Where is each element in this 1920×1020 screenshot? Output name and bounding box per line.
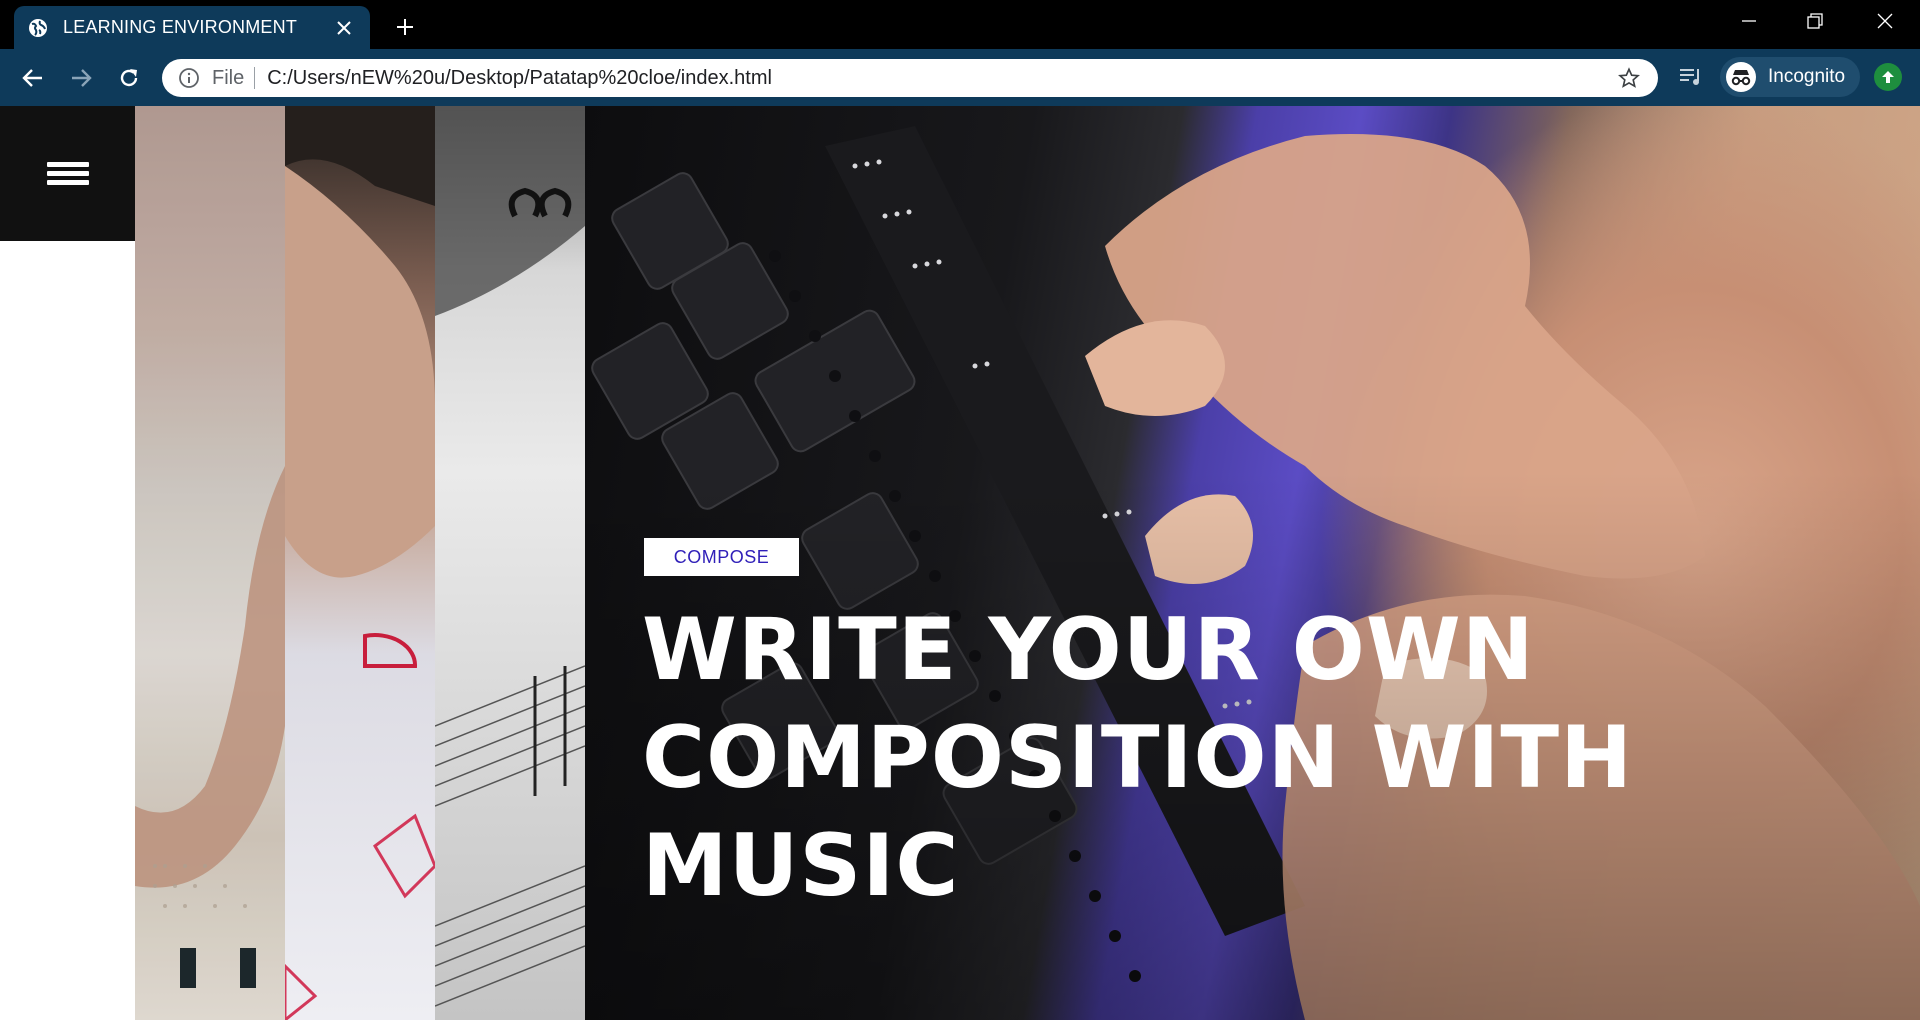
gallery-panel-braille-shapes[interactable] bbox=[285, 106, 435, 1020]
address-separator bbox=[254, 67, 256, 89]
address-bar[interactable]: File C:/Users/nEW%20u/Desktop/Patatap%20… bbox=[162, 59, 1658, 97]
minimize-window-icon[interactable] bbox=[1716, 0, 1782, 42]
page-viewport: COMPOSE WRITE YOUR OWN COMPOSITION WITH … bbox=[0, 106, 1920, 1020]
globe-icon bbox=[28, 18, 48, 38]
incognito-profile-button[interactable]: Incognito bbox=[1720, 57, 1860, 97]
gallery-panel-sheet-music[interactable] bbox=[435, 106, 585, 1020]
back-arrow-icon[interactable] bbox=[16, 61, 50, 95]
incognito-icon bbox=[1726, 62, 1756, 92]
hero-headline: WRITE YOUR OWN COMPOSITION WITH MUSIC bbox=[642, 596, 1742, 920]
browser-tab-active[interactable]: LEARNING ENVIRONMENT bbox=[14, 6, 370, 49]
site-info-icon[interactable] bbox=[178, 67, 200, 89]
hero-panel: COMPOSE WRITE YOUR OWN COMPOSITION WITH … bbox=[585, 106, 1920, 1020]
hamburger-menu-icon bbox=[46, 158, 89, 189]
hero-headline-line-1: WRITE YOUR OWN bbox=[642, 600, 1535, 700]
close-window-icon[interactable] bbox=[1852, 0, 1918, 42]
address-scheme: File bbox=[212, 66, 245, 89]
category-badge-compose[interactable]: COMPOSE bbox=[644, 538, 799, 576]
address-url[interactable]: C:/Users/nEW%20u/Desktop/Patatap%20cloe/… bbox=[267, 67, 1616, 90]
hero-headline-line-3: MUSIC bbox=[642, 816, 960, 916]
tab-close-icon[interactable] bbox=[332, 16, 356, 40]
media-controls-icon[interactable] bbox=[1676, 62, 1706, 92]
incognito-label: Incognito bbox=[1768, 66, 1846, 87]
forward-arrow-icon[interactable] bbox=[64, 61, 98, 95]
braille-shapes-photo bbox=[285, 106, 435, 1020]
tab-title: LEARNING ENVIRONMENT bbox=[63, 17, 298, 37]
browser-update-arrow-icon[interactable] bbox=[1874, 63, 1902, 91]
gallery-panel-braille-hand[interactable] bbox=[135, 106, 285, 1020]
new-tab-plus-icon[interactable] bbox=[390, 12, 420, 42]
hamburger-menu-button[interactable] bbox=[0, 106, 135, 241]
browser-toolbar: File C:/Users/nEW%20u/Desktop/Patatap%20… bbox=[0, 49, 1920, 106]
restore-window-icon[interactable] bbox=[1782, 0, 1848, 42]
reload-icon[interactable] bbox=[112, 61, 146, 95]
hero-headline-line-2: COMPOSITION WITH bbox=[642, 708, 1634, 808]
bookmark-star-icon[interactable] bbox=[1616, 65, 1642, 91]
browser-tab-strip: LEARNING ENVIRONMENT bbox=[0, 0, 1920, 49]
braille-hand-photo bbox=[135, 106, 285, 1020]
sheet-music-photo bbox=[435, 106, 585, 1007]
